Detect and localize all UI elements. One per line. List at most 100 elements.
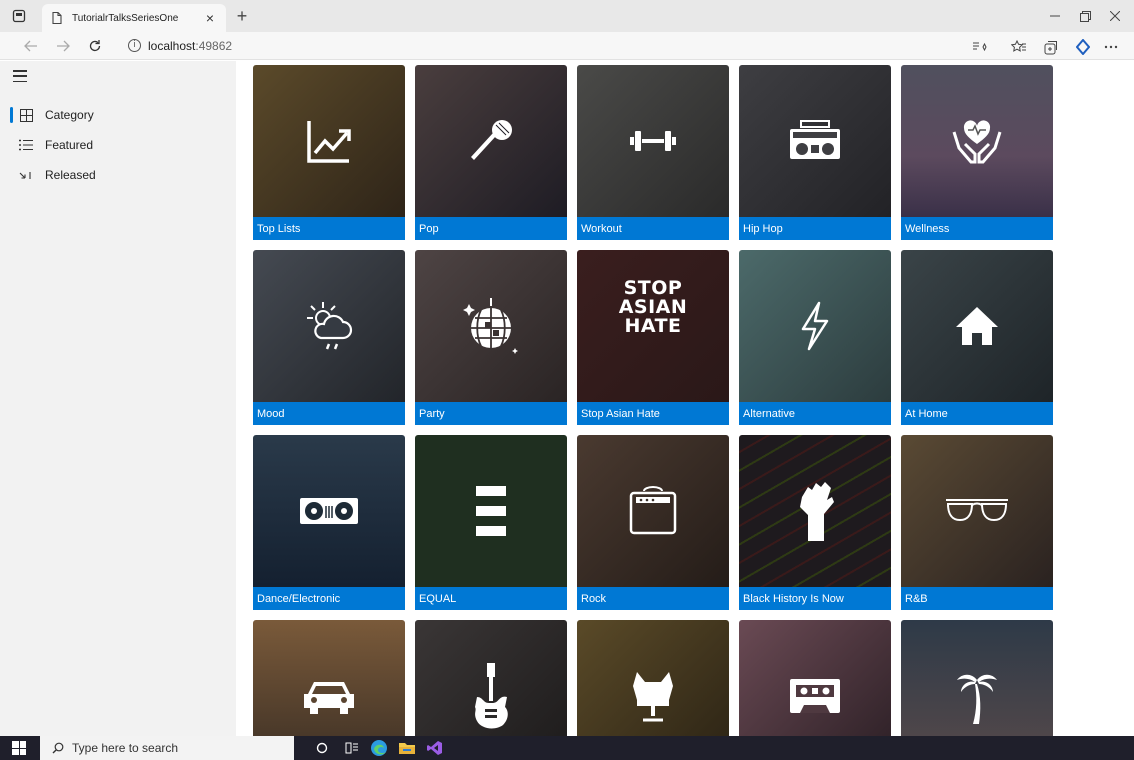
tab-close-button[interactable]: ×	[202, 10, 218, 26]
hamburger-menu-icon[interactable]	[13, 70, 27, 82]
sidebar-item-released[interactable]: Released	[0, 162, 236, 188]
category-card[interactable]: Black History Is Now	[739, 435, 891, 610]
collections-icon[interactable]	[1040, 37, 1062, 57]
category-label: Black History Is Now	[739, 587, 891, 610]
dumbbell-icon	[577, 65, 729, 217]
category-grid: Top Lists Pop Workout Hip Hop Wellness M…	[236, 61, 1134, 736]
heart-hands-icon	[901, 65, 1053, 217]
tab-title: TutorialrTalksSeriesOne	[72, 12, 179, 24]
forward-button[interactable]	[52, 36, 74, 56]
category-label: Hip Hop	[739, 217, 891, 240]
sidebar-item-label: Category	[45, 108, 94, 122]
category-card[interactable]: At Home	[901, 250, 1053, 425]
category-label: Dance/Electronic	[253, 587, 405, 610]
more-options-icon[interactable]	[1100, 37, 1122, 57]
stop-asian-hate-art: STOP ASIAN HATE	[577, 250, 729, 402]
boombox-icon	[739, 65, 891, 217]
stop-asian-hate-text: STOP ASIAN HATE	[618, 276, 688, 337]
disco-ball-icon	[415, 250, 567, 402]
category-card[interactable]: R&B	[901, 435, 1053, 610]
category-label: EQUAL	[415, 587, 567, 610]
category-label: Rock	[577, 587, 729, 610]
minimize-button[interactable]	[1040, 6, 1070, 26]
visual-studio-icon[interactable]	[426, 739, 444, 757]
read-aloud-icon[interactable]	[968, 37, 990, 57]
new-tab-button[interactable]: +	[232, 6, 252, 26]
category-label: R&B	[901, 587, 1053, 610]
category-card[interactable]: Rock	[577, 435, 729, 610]
category-label: At Home	[901, 402, 1053, 425]
category-card[interactable]: Pop	[415, 65, 567, 240]
equal-bars-icon	[415, 435, 567, 587]
search-placeholder: Type here to search	[72, 741, 179, 755]
cortana-icon[interactable]	[313, 739, 331, 757]
trending-up-icon	[253, 65, 405, 217]
tab-actions-icon[interactable]	[8, 6, 30, 26]
refresh-button[interactable]	[84, 36, 106, 56]
car-icon	[253, 620, 405, 736]
sidebar-item-label: Released	[45, 168, 96, 182]
category-card[interactable]: Dance/Electronic	[253, 435, 405, 610]
category-label: Party	[415, 402, 567, 425]
category-card[interactable]	[901, 620, 1053, 736]
windows-start-icon[interactable]	[12, 741, 26, 755]
close-window-button[interactable]	[1100, 6, 1130, 26]
url-host: localhost	[148, 39, 196, 53]
selection-indicator	[10, 107, 13, 123]
download-icon	[18, 169, 34, 181]
browser-tab[interactable]: TutorialrTalksSeriesOne ×	[42, 4, 226, 32]
category-card[interactable]: Top Lists	[253, 65, 405, 240]
guitar-icon	[415, 620, 567, 736]
sunglasses-icon	[901, 435, 1053, 587]
restore-button[interactable]	[1070, 6, 1100, 26]
url-port: :49862	[195, 39, 233, 53]
windows-taskbar: Type here to search	[0, 736, 1134, 760]
microphone-icon	[415, 65, 567, 217]
category-card[interactable]	[253, 620, 405, 736]
task-view-icon[interactable]	[343, 739, 361, 757]
category-card[interactable]: Hip Hop	[739, 65, 891, 240]
sidebar-item-featured[interactable]: Featured	[0, 132, 236, 158]
category-card[interactable]	[415, 620, 567, 736]
category-label: Top Lists	[253, 217, 405, 240]
back-button[interactable]	[20, 36, 42, 56]
site-info-icon[interactable]: i	[128, 39, 141, 52]
grid-icon	[18, 108, 34, 122]
category-card[interactable]: EQUAL	[415, 435, 567, 610]
favorites-icon[interactable]	[1008, 37, 1030, 57]
navigation-pane: Category Featured Released	[0, 61, 236, 736]
category-label: Stop Asian Hate	[577, 402, 729, 425]
chair-icon	[577, 620, 729, 736]
address-bar: i localhost:49862	[0, 32, 1134, 60]
lightning-icon	[739, 250, 891, 402]
amplifier-icon	[577, 435, 729, 587]
palm-tree-icon	[901, 620, 1053, 736]
category-card[interactable]: Wellness	[901, 65, 1053, 240]
category-card[interactable]: Workout	[577, 65, 729, 240]
taskbar-search-box[interactable]: Type here to search	[40, 736, 294, 760]
house-icon	[901, 250, 1053, 402]
category-card[interactable]: Party	[415, 250, 567, 425]
category-label: Mood	[253, 402, 405, 425]
browser-titlebar: TutorialrTalksSeriesOne × +	[0, 0, 1134, 32]
edge-browser-icon[interactable]	[370, 739, 388, 757]
sidebar-item-label: Featured	[45, 138, 94, 152]
category-card[interactable]	[577, 620, 729, 736]
url-field[interactable]: localhost:49862	[148, 39, 232, 53]
category-card[interactable]	[739, 620, 891, 736]
list-icon	[18, 139, 34, 151]
weather-icon	[253, 250, 405, 402]
raised-fist-icon	[739, 435, 891, 587]
category-card[interactable]: Alternative	[739, 250, 891, 425]
category-label: Pop	[415, 217, 567, 240]
category-label: Workout	[577, 217, 729, 240]
sidebar-item-category[interactable]: Category	[0, 102, 236, 128]
category-label: Wellness	[901, 217, 1053, 240]
category-card[interactable]: Mood	[253, 250, 405, 425]
cassette-icon	[739, 620, 891, 736]
category-card[interactable]: STOP ASIAN HATE Stop Asian Hate	[577, 250, 729, 425]
page-icon	[52, 11, 62, 25]
category-label: Alternative	[739, 402, 891, 425]
extension-icon[interactable]	[1072, 37, 1094, 57]
file-explorer-icon[interactable]	[398, 739, 416, 757]
